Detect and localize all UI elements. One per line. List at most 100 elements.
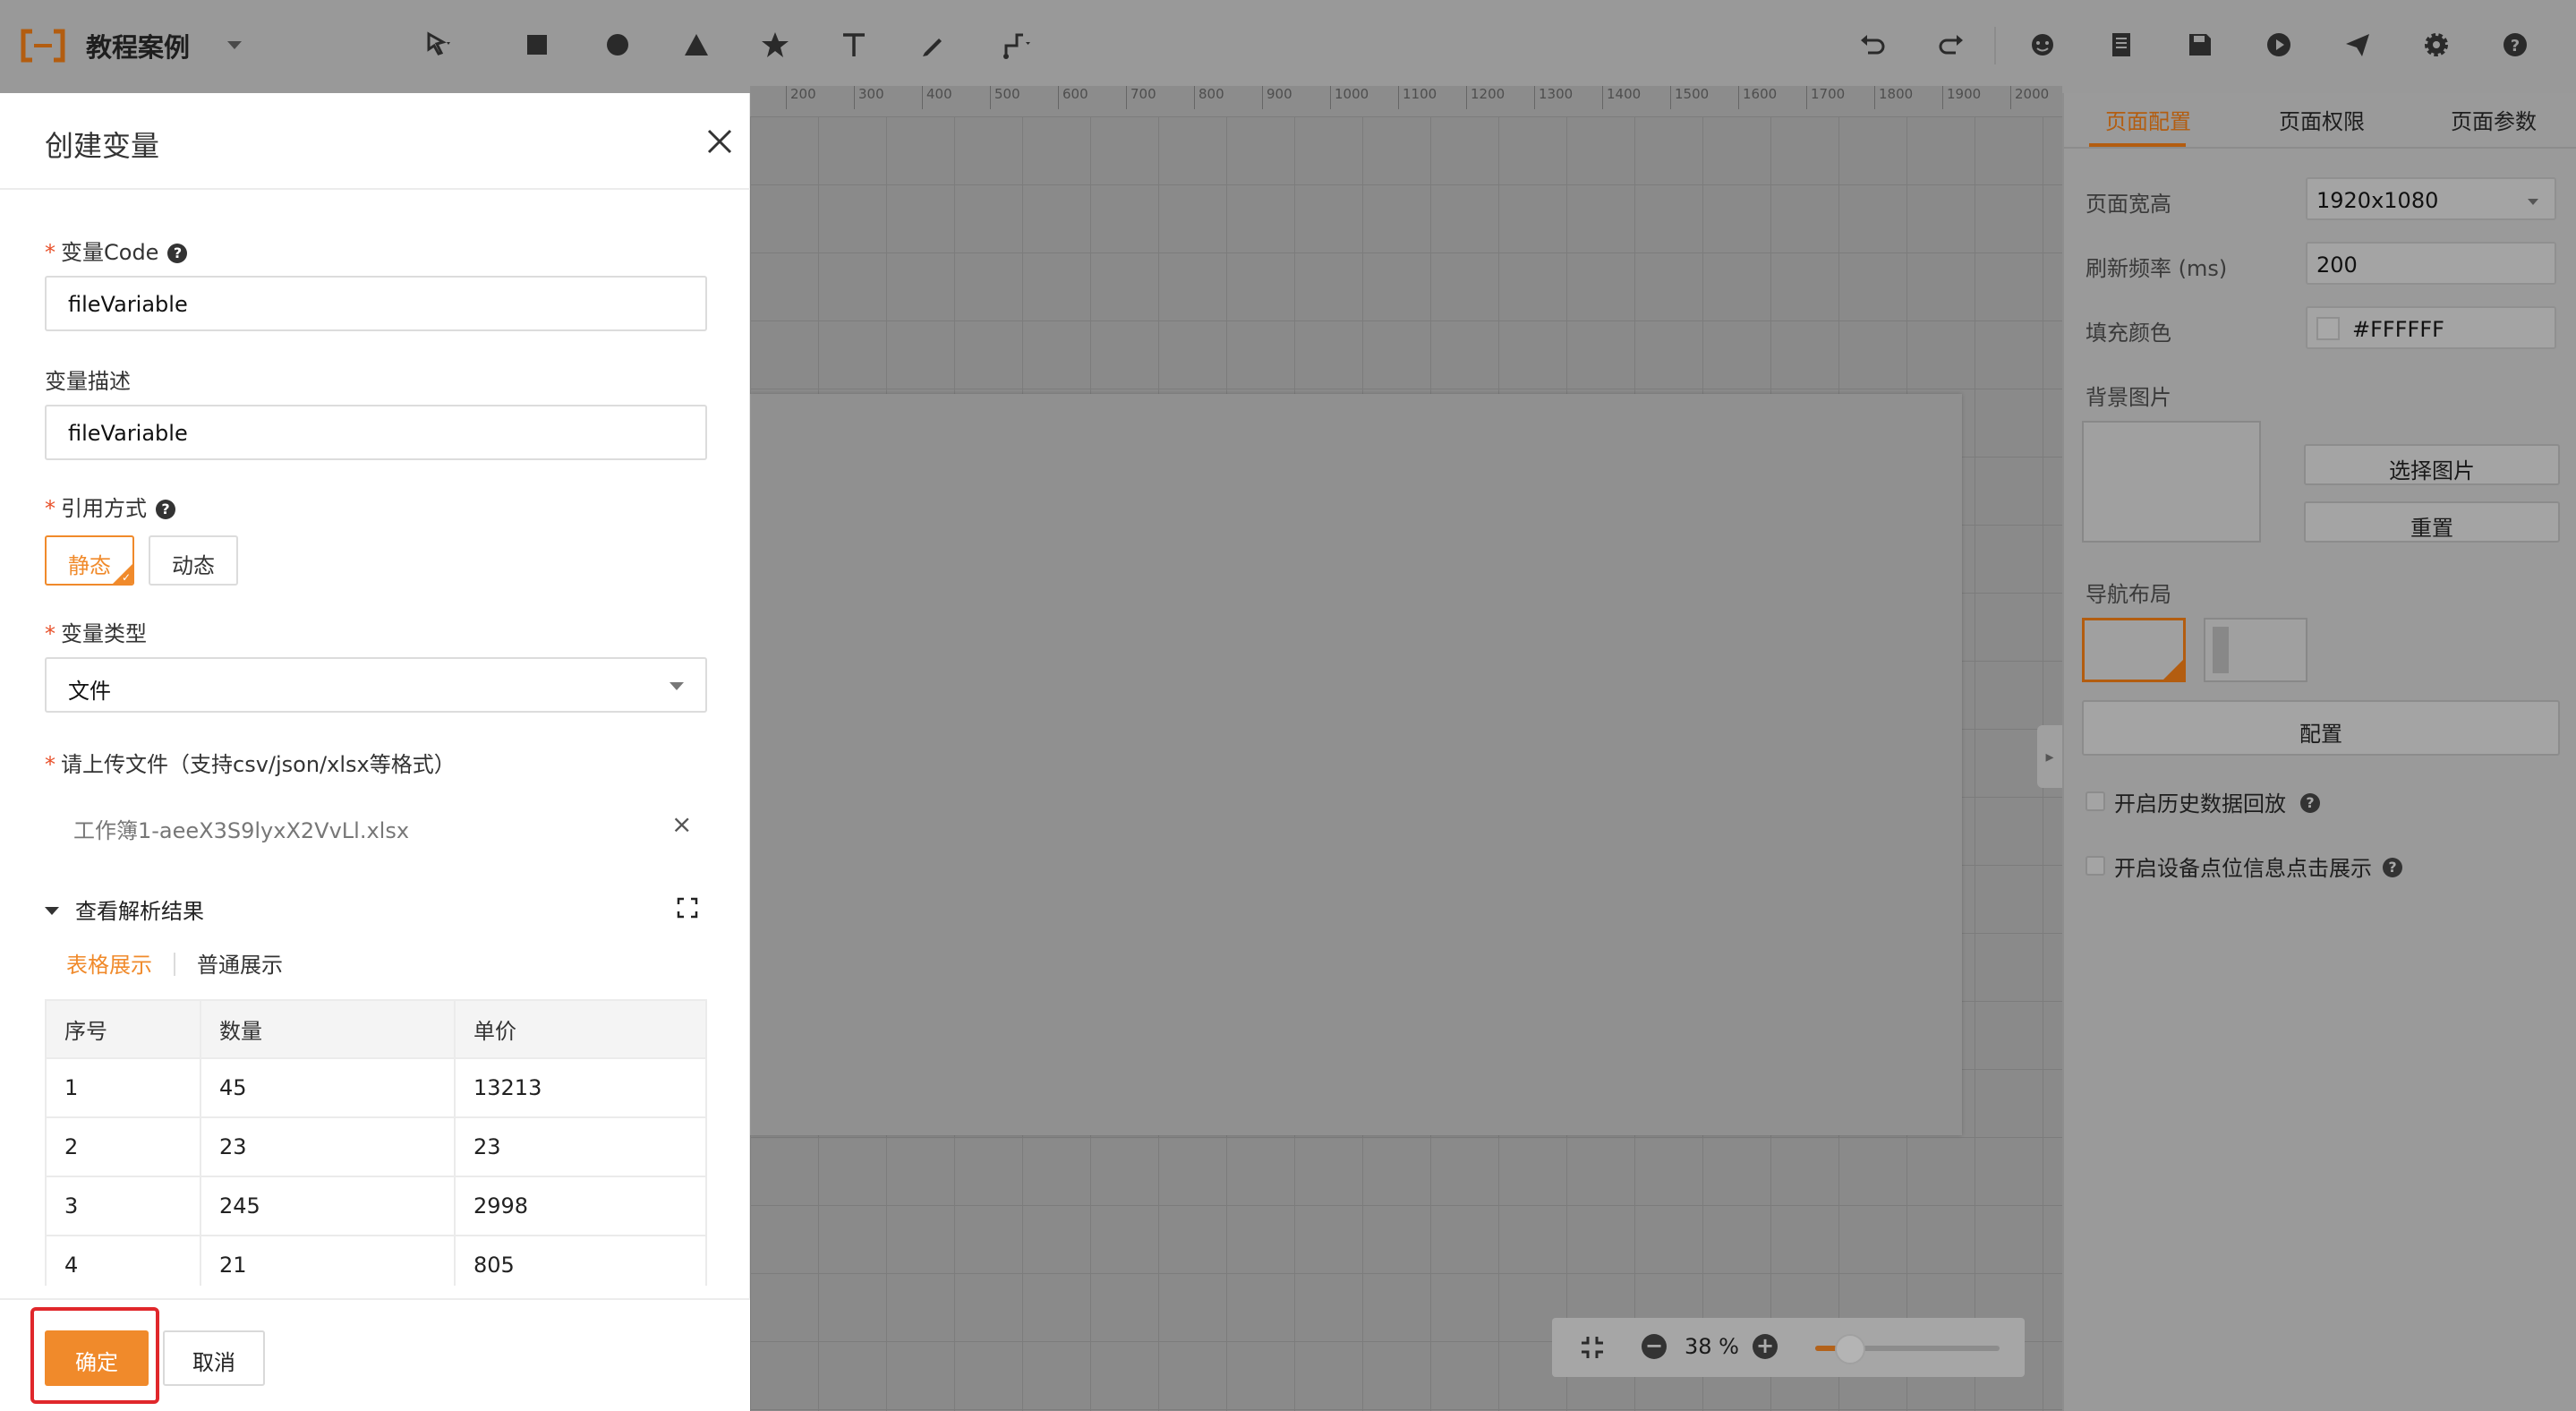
play-icon[interactable] xyxy=(2257,23,2300,66)
desc-label: 变量描述 xyxy=(45,369,131,394)
table-cell: 23 xyxy=(455,1117,705,1177)
parse-result-title: 查看解析结果 xyxy=(75,899,204,924)
star-icon[interactable] xyxy=(754,23,797,66)
help-icon[interactable]: ? xyxy=(2494,23,2537,66)
page-size-label: 页面宽高 xyxy=(2086,192,2171,217)
table-row: 1 45 13213 xyxy=(47,1058,705,1118)
chevron-right-icon: ▸ xyxy=(2045,747,2054,766)
fill-color-label: 填充颜色 xyxy=(2086,321,2171,346)
app-logo-icon xyxy=(21,29,65,63)
uploaded-file-name[interactable]: 工作簿1-aeeX3S9lyxX2VvLl.xlsx xyxy=(73,813,409,844)
ruler-tick-label: 800 xyxy=(1194,86,1224,109)
tab-page-params[interactable]: 页面参数 xyxy=(2451,104,2537,135)
rectangle-icon[interactable] xyxy=(516,23,559,66)
code-input[interactable]: fileVariable xyxy=(45,276,707,331)
nav-config-button[interactable]: 配置 xyxy=(2082,700,2560,756)
zoom-out-icon[interactable]: − xyxy=(1642,1334,1667,1359)
type-label-row: * 变量类型 xyxy=(45,616,147,647)
send-icon[interactable] xyxy=(2336,23,2379,66)
type-value: 文件 xyxy=(68,679,111,704)
code-label: 变量Code xyxy=(61,240,159,265)
tab-page-config[interactable]: 页面配置 xyxy=(2105,104,2191,135)
desc-value: fileVariable xyxy=(68,421,188,446)
ruler-tick-label: 2000 xyxy=(2010,86,2049,109)
ref-label: 引用方式 xyxy=(61,496,147,521)
document-icon[interactable] xyxy=(2100,23,2143,66)
remove-file-icon[interactable]: × xyxy=(671,809,692,839)
table-cell: 245 xyxy=(200,1176,456,1236)
emoji-icon[interactable] xyxy=(2021,23,2064,66)
ruler-tick-label: 700 xyxy=(1126,86,1156,109)
select-tool-icon[interactable] xyxy=(417,23,460,66)
ruler-tick-label: 1300 xyxy=(1534,86,1573,109)
fill-color-value: #FFFFFF xyxy=(2352,317,2444,342)
svg-text:?: ? xyxy=(2511,37,2520,56)
pen-icon[interactable] xyxy=(911,23,954,66)
cancel-button[interactable]: 取消 xyxy=(163,1330,265,1386)
history-help-icon[interactable]: ? xyxy=(2300,793,2320,813)
reset-image-button[interactable]: 重置 xyxy=(2304,501,2560,543)
table-cell: 1 xyxy=(47,1058,201,1118)
ruler-tick-label: 1800 xyxy=(1874,86,1913,109)
required-mark: * xyxy=(45,496,55,521)
text-icon[interactable] xyxy=(832,23,875,66)
ruler-tick-label: 1900 xyxy=(1942,86,1981,109)
table-cell: 3 xyxy=(47,1176,201,1236)
table-cell: 21 xyxy=(200,1236,456,1286)
ref-help-icon[interactable]: ? xyxy=(156,500,175,519)
fullscreen-icon[interactable] xyxy=(677,897,698,919)
zoom-slider-handle[interactable] xyxy=(1835,1334,1865,1364)
undo-icon[interactable] xyxy=(1851,23,1894,66)
page-size-select[interactable]: 1920x1080 xyxy=(2306,177,2556,220)
color-swatch[interactable] xyxy=(2316,317,2340,340)
settings-icon[interactable] xyxy=(2415,23,2458,66)
table-row: 3 245 2998 xyxy=(47,1176,705,1236)
fit-screen-icon[interactable] xyxy=(1579,1334,1606,1361)
project-title[interactable]: 教程案例 xyxy=(86,27,190,64)
result-view-tabs: 表格展示 普通展示 xyxy=(66,947,283,979)
device-help-icon[interactable]: ? xyxy=(2383,858,2402,877)
tab-table-view[interactable]: 表格展示 xyxy=(66,947,152,979)
select-image-button[interactable]: 选择图片 xyxy=(2304,444,2560,485)
desc-input[interactable]: fileVariable xyxy=(45,405,707,460)
ref-option-static[interactable]: 静态 ✓ xyxy=(45,535,134,586)
device-info-checkbox[interactable] xyxy=(2086,856,2105,876)
ruler-tick-label: 500 xyxy=(990,86,1020,109)
column-header: 序号 xyxy=(47,1001,201,1059)
chevron-down-icon xyxy=(2528,199,2538,205)
canvas-page[interactable] xyxy=(750,394,1962,1135)
project-dropdown-icon[interactable] xyxy=(227,41,242,49)
history-replay-checkbox[interactable] xyxy=(2086,791,2105,811)
refresh-label: 刷新频率 (ms) xyxy=(2086,256,2228,281)
type-select[interactable]: 文件 xyxy=(45,657,707,713)
selected-corner-icon xyxy=(2163,660,2183,680)
redo-icon[interactable] xyxy=(1930,23,1973,66)
table-cell: 4 xyxy=(47,1236,201,1286)
save-icon[interactable] xyxy=(2179,23,2222,66)
code-help-icon[interactable]: ? xyxy=(167,244,188,263)
tab-page-permission[interactable]: 页面权限 xyxy=(2279,104,2365,135)
nav-layout-option-top[interactable] xyxy=(2082,618,2186,682)
ruler-tick-label: 1200 xyxy=(1466,86,1505,109)
ref-option-static-label: 静态 xyxy=(68,553,111,578)
circle-icon[interactable] xyxy=(596,23,639,66)
ref-option-dynamic[interactable]: 动态 xyxy=(149,535,238,586)
fill-color-input[interactable]: #FFFFFF xyxy=(2306,306,2556,349)
ref-label-row: * 引用方式? xyxy=(45,491,175,522)
tab-plain-view[interactable]: 普通展示 xyxy=(197,947,283,979)
table-cell: 2998 xyxy=(455,1176,705,1236)
refresh-input[interactable]: 200 xyxy=(2306,242,2556,285)
parse-result-toggle[interactable]: 查看解析结果 xyxy=(45,894,204,925)
nav-layout-option-side[interactable] xyxy=(2204,618,2307,682)
zoom-in-icon[interactable]: + xyxy=(1753,1334,1778,1359)
column-header: 数量 xyxy=(200,1001,456,1059)
panel-collapse-handle[interactable]: ▸ xyxy=(2037,725,2062,788)
device-info-label: 开启设备点位信息点击展示 xyxy=(2114,856,2372,881)
triangle-icon[interactable] xyxy=(675,23,718,66)
ruler-tick-label: 300 xyxy=(854,86,884,109)
close-icon[interactable] xyxy=(702,124,738,159)
nav-layout-label: 导航布局 xyxy=(2086,582,2171,607)
connector-icon[interactable] xyxy=(995,23,1038,66)
column-header: 单价 xyxy=(455,1001,705,1059)
bg-image-label: 背景图片 xyxy=(2086,385,2171,410)
